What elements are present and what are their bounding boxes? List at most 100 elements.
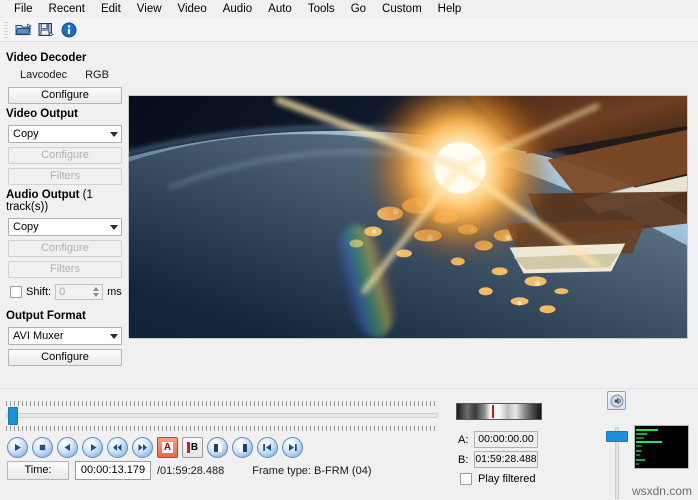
- rewind-button[interactable]: [107, 437, 128, 458]
- stepper-down-icon[interactable]: [93, 293, 100, 297]
- left-configuration-panel: Video Decoder Lavcodec RGB Configure Vid…: [0, 42, 128, 387]
- timeline-ticks-bottom: [6, 426, 438, 431]
- chevron-down-icon: [110, 334, 118, 339]
- video-preview[interactable]: [128, 95, 688, 339]
- menu-item-recent[interactable]: Recent: [41, 1, 93, 17]
- timeline-ticks-top: [6, 401, 438, 406]
- play-filtered-row: Play filtered: [460, 473, 535, 485]
- audio-output-codec-value: Copy: [13, 221, 39, 233]
- set-marker-a-button[interactable]: A: [157, 437, 178, 458]
- open-file-icon[interactable]: [12, 20, 34, 40]
- current-time-input[interactable]: 00:00:13.179: [75, 461, 151, 480]
- audio-shift-checkbox[interactable]: [10, 286, 22, 298]
- decoder-colorspace: RGB: [85, 69, 109, 81]
- vu-bar: [636, 433, 647, 435]
- vu-bar: [636, 454, 640, 456]
- marker-b-bar-icon: [186, 442, 190, 453]
- audio-shift-value: 0: [59, 286, 66, 298]
- output-format-title: Output Format: [6, 310, 86, 322]
- marker-a-row: A: 00:00:00.00: [458, 431, 538, 448]
- toolbar: [0, 18, 698, 42]
- audio-output-codec-select[interactable]: Copy: [8, 218, 122, 236]
- output-format-value: AVI Muxer: [13, 330, 64, 342]
- video-decoder-configure-button[interactable]: Configure: [8, 87, 122, 104]
- vu-bar: [636, 429, 658, 431]
- video-output-codec-value: Copy: [13, 128, 39, 140]
- next-frame-button[interactable]: [82, 437, 103, 458]
- vu-bar: [636, 441, 662, 443]
- marker-b-time-field[interactable]: 01:59:28.488: [474, 451, 538, 468]
- output-format-select[interactable]: AVI Muxer: [8, 327, 122, 345]
- chevron-down-icon: [110, 132, 118, 137]
- marker-a-label: A: [161, 442, 174, 453]
- timeline-handle[interactable]: [8, 407, 18, 425]
- info-icon[interactable]: [58, 20, 80, 40]
- go-to-end-button[interactable]: [282, 437, 303, 458]
- menu-item-audio[interactable]: Audio: [215, 1, 260, 17]
- chevron-down-icon: [110, 225, 118, 230]
- previous-frame-button[interactable]: [57, 437, 78, 458]
- go-to-marker-b-button[interactable]: [232, 437, 253, 458]
- menu-item-video[interactable]: Video: [170, 1, 215, 17]
- time-status-row: Time: 00:00:13.179 /01:59:28.488 Frame t…: [7, 461, 371, 480]
- video-output-configure-button[interactable]: Configure: [8, 147, 122, 164]
- menu-item-edit[interactable]: Edit: [93, 1, 129, 17]
- menu-bar: File Recent Edit View Video Audio Auto T…: [0, 0, 698, 18]
- menu-item-file[interactable]: File: [6, 1, 41, 17]
- video-output-filters-button[interactable]: Filters: [8, 168, 122, 185]
- marker-b-row: B: 01:59:28.488: [458, 451, 538, 468]
- vu-bar: [636, 459, 645, 461]
- play-filtered-label: Play filtered: [478, 473, 536, 485]
- toolbar-grip[interactable]: [4, 21, 8, 38]
- marker-a-time-field[interactable]: 00:00:00.00: [474, 431, 538, 448]
- audio-output-configure-button[interactable]: Configure: [8, 240, 122, 257]
- audio-shift-stepper[interactable]: 0: [55, 284, 104, 300]
- menu-item-view[interactable]: View: [129, 1, 170, 17]
- volume-slider[interactable]: [606, 427, 628, 499]
- timeline-groove[interactable]: [6, 413, 438, 418]
- playback-control-area: A B Time: 00:00:13.179 /01:59:28.488 Fra…: [0, 388, 698, 500]
- frame-navigation-strip[interactable]: [456, 403, 542, 420]
- timeline-slider[interactable]: [6, 401, 438, 431]
- total-duration-label: /01:59:28.488: [157, 464, 225, 477]
- video-output-codec-select[interactable]: Copy: [8, 125, 122, 143]
- save-file-icon[interactable]: [35, 20, 57, 40]
- go-to-start-button[interactable]: [257, 437, 278, 458]
- menu-item-auto[interactable]: Auto: [260, 1, 300, 17]
- audio-shift-label: Shift:: [26, 286, 52, 298]
- set-marker-b-button[interactable]: B: [182, 437, 203, 458]
- vu-bar: [636, 445, 642, 447]
- audio-output-filters-button[interactable]: Filters: [8, 261, 122, 278]
- avidemux-window: File Recent Edit View Video Audio Auto T…: [0, 0, 698, 500]
- audio-shift-units: ms: [107, 286, 122, 298]
- output-format-configure-button[interactable]: Configure: [8, 349, 122, 366]
- vu-bar: [636, 450, 641, 452]
- transport-controls: A B: [7, 437, 303, 458]
- play-button[interactable]: [7, 437, 28, 458]
- stop-button[interactable]: [32, 437, 53, 458]
- menu-item-go[interactable]: Go: [343, 1, 374, 17]
- watermark-text: wsxdn.com: [631, 484, 692, 498]
- vu-bar: [636, 437, 644, 439]
- volume-handle[interactable]: [606, 431, 628, 442]
- audio-shift-row: Shift: 0 ms: [10, 284, 124, 300]
- speaker-icon[interactable]: [607, 391, 626, 410]
- marker-b-label: B: [190, 442, 199, 453]
- video-decoder-title: Video Decoder: [6, 52, 87, 64]
- audio-output-title-text: Audio Output: [6, 189, 80, 201]
- forward-button[interactable]: [132, 437, 153, 458]
- audio-output-title: Audio Output (1 track(s)): [6, 189, 124, 213]
- frame-type-label: Frame type: B-FRM (04): [252, 464, 372, 477]
- play-filtered-checkbox[interactable]: [460, 473, 472, 485]
- video-frame-image: [129, 96, 687, 338]
- menu-item-custom[interactable]: Custom: [374, 1, 430, 17]
- go-to-marker-a-button[interactable]: [207, 437, 228, 458]
- stepper-up-icon[interactable]: [93, 287, 100, 291]
- vu-bar: [636, 463, 639, 465]
- decoder-codec-name: Lavcodec: [20, 69, 68, 81]
- menu-item-tools[interactable]: Tools: [300, 1, 343, 17]
- navigation-position-marker: [492, 405, 495, 418]
- marker-b-field-label: B:: [458, 453, 469, 466]
- audio-level-meter: [634, 425, 689, 469]
- menu-item-help[interactable]: Help: [430, 1, 470, 17]
